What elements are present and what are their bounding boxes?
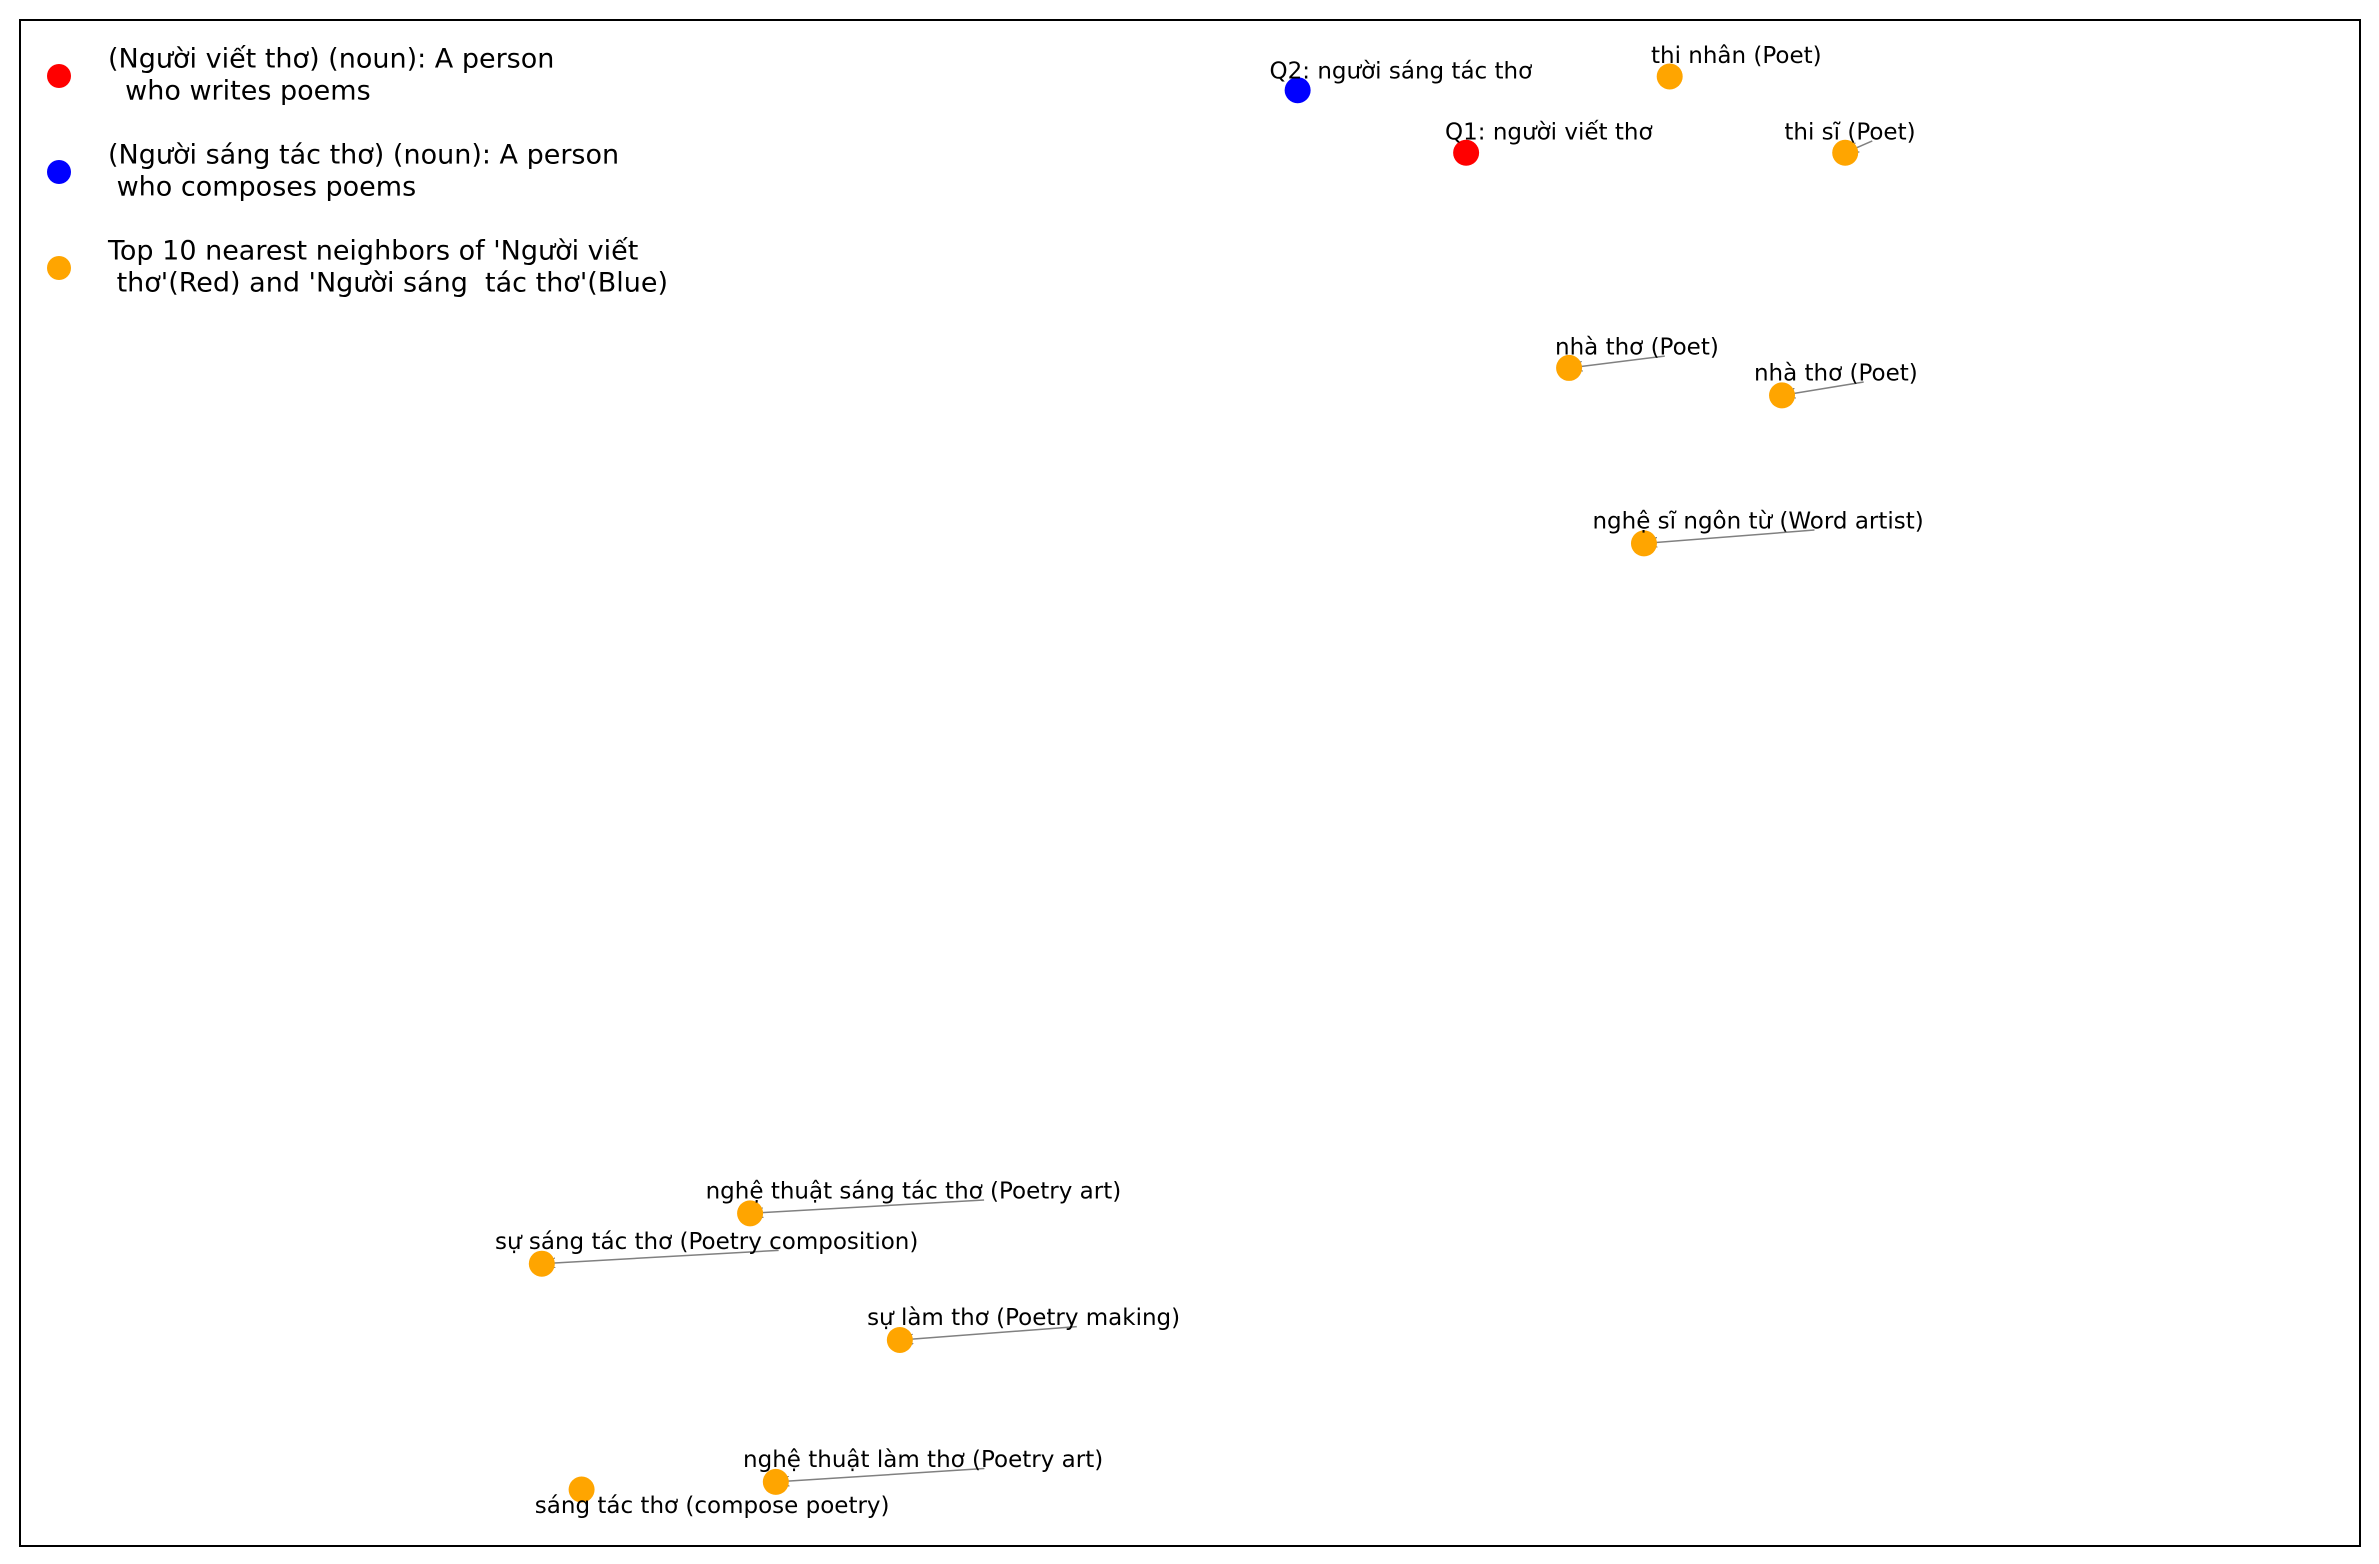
point-label-nghe-thuat-lam-tho: nghệ thuật làm thơ (Poetry art): [743, 1447, 1103, 1473]
legend-label-q2-line-1: (Người sáng tác thơ) (noun): A person: [108, 140, 619, 171]
legend-label-neighbor-line-2: thơ'(Red) and 'Người sáng tác thơ'(Blue): [108, 268, 668, 299]
legend-label-neighbor-line-1: Top 10 nearest neighbors of 'Người viết: [107, 236, 638, 267]
scatter-chart: Q2: người sáng tác thơ Q1: người viết thơ…: [19, 19, 2361, 1547]
point-label-nghe-thuat-sang-tac-tho: nghệ thuật sáng tác thơ (Poetry art): [706, 1178, 1122, 1204]
point-label-q2: Q2: người sáng tác thơ: [1270, 58, 1533, 84]
point-label-su-sang-tac-tho: sự sáng tác thơ (Poetry composition): [495, 1229, 918, 1255]
legend-label-q1-line-2: who writes poems: [108, 76, 371, 107]
legend-marker-q2: [47, 160, 71, 184]
legend-marker-q1: [47, 64, 71, 88]
point-label-nha-tho-1: nhà thơ (Poet): [1555, 335, 1719, 361]
legend-marker-neighbor: [47, 256, 71, 280]
point-label-sang-tac-tho: sáng tác thơ (compose poetry): [535, 1493, 890, 1519]
point-label-q1: Q1: người viết thơ: [1445, 119, 1652, 145]
legend-label-q2-line-2: who composes poems: [108, 172, 416, 203]
point-label-thi-si: thi sĩ (Poet): [1784, 119, 1915, 145]
legend-label-q1-line-1: (Người viết thơ) (noun): A person: [108, 44, 554, 75]
point-label-thi-nhan: thi nhân (Poet): [1651, 43, 1822, 69]
point-label-nha-tho-2: nhà thơ (Poet): [1754, 361, 1918, 387]
point-label-nghe-si-ngon-tu: nghệ sĩ ngôn từ (Word artist): [1592, 509, 1923, 535]
point-label-su-lam-tho: sự làm thơ (Poetry making): [867, 1305, 1180, 1331]
